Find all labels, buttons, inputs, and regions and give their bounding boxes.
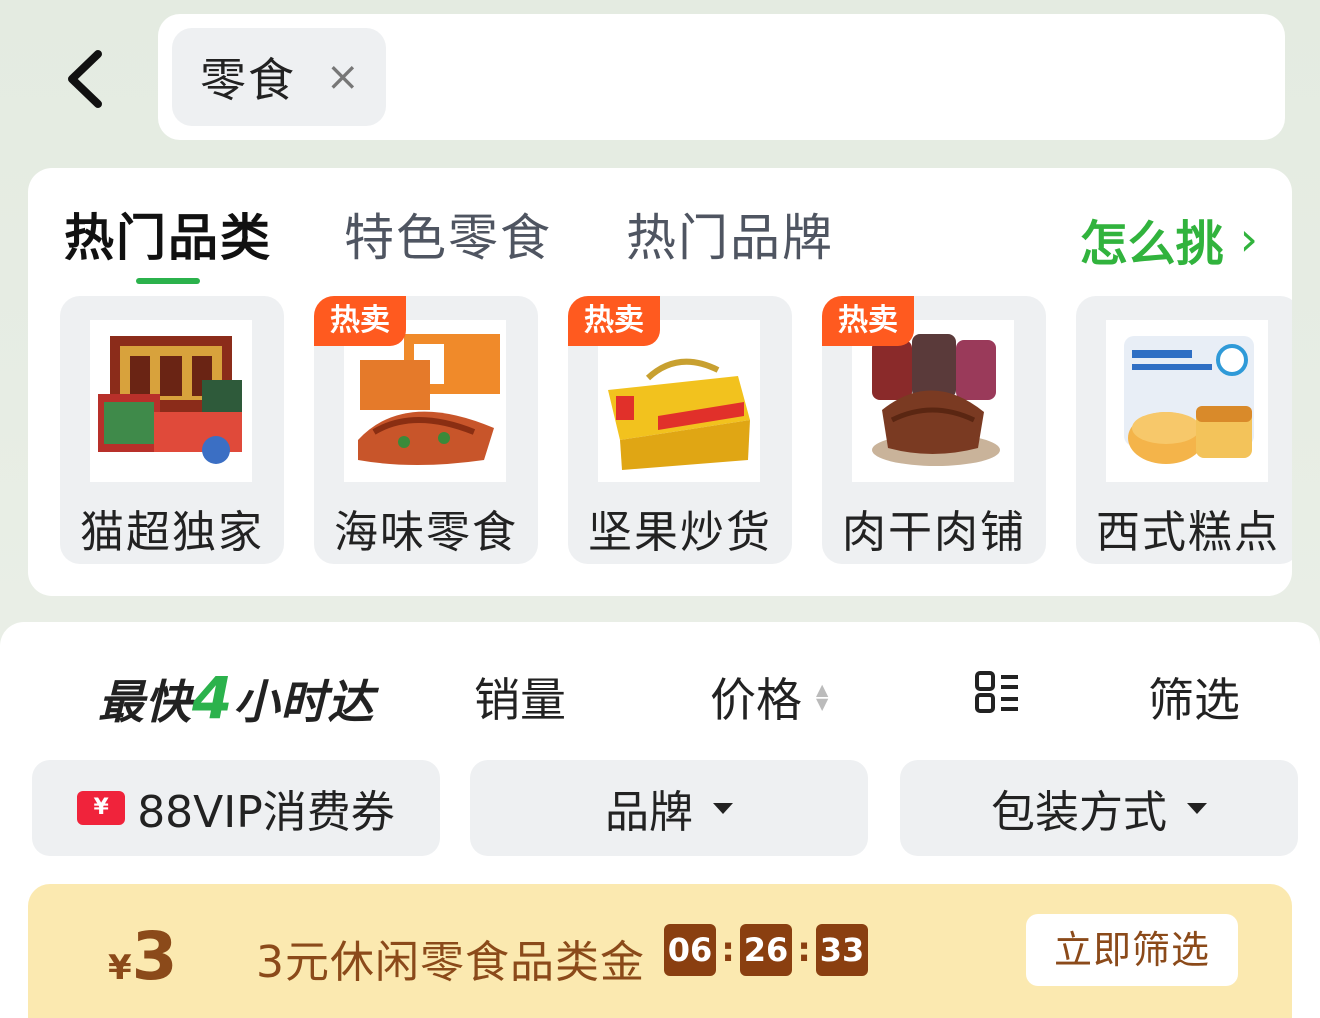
- search-keyword-chip[interactable]: 零食 ×: [172, 28, 386, 126]
- list-layout-icon: [975, 671, 1018, 713]
- fast-delivery-toggle[interactable]: 最快4小时达: [98, 664, 374, 732]
- filter-button[interactable]: 筛选: [1148, 664, 1240, 730]
- timer-hours: 06: [664, 924, 716, 976]
- category-label: 西式糕点: [1096, 507, 1280, 558]
- tab-hot-categories[interactable]: 热门品类: [64, 198, 272, 284]
- sort-arrows-icon: ▲ ▼: [816, 680, 829, 713]
- how-to-pick-label: 怎么挑: [1079, 216, 1224, 272]
- packaging-filter-dropdown[interactable]: 包装方式: [900, 760, 1298, 856]
- fast-hours: 4: [192, 664, 234, 732]
- sort-by-price[interactable]: 价格 ▲ ▼: [710, 664, 828, 730]
- price-label: 价格: [710, 673, 802, 727]
- how-to-pick-link[interactable]: 怎么挑 ›: [1080, 204, 1258, 274]
- gift-box-image: [90, 320, 252, 482]
- category-label: 坚果炒货: [588, 507, 772, 558]
- timer-seconds: 33: [816, 924, 868, 976]
- timer-colon: :: [797, 930, 811, 970]
- fast-suffix: 小时达: [233, 675, 375, 729]
- back-button[interactable]: [60, 48, 108, 110]
- category-list: 猫超独家 热卖 海味零食 热卖 坚果炒货 热卖 肉干肉铺 西式糕点: [60, 296, 1292, 566]
- timer-colon: :: [721, 930, 735, 970]
- tab-label: 特色零食: [344, 209, 552, 267]
- coupon-icon: ¥: [77, 791, 126, 825]
- vip-coupon-label: 88VIP消费券: [137, 787, 395, 838]
- category-item-pastry[interactable]: 西式糕点: [1076, 296, 1292, 564]
- currency-symbol: ¥: [108, 948, 132, 988]
- search-keyword: 零食: [200, 53, 296, 107]
- sort-filter-panel: 最快4小时达 销量 价格 ▲ ▼ 筛选 ¥ 88VIP消费券 品牌 包装方式 ¥3: [0, 622, 1320, 1018]
- category-label: 海味零食: [334, 507, 518, 558]
- sort-by-sales[interactable]: 销量: [474, 664, 566, 730]
- close-icon[interactable]: ×: [326, 57, 360, 97]
- category-item-jerky[interactable]: 热卖 肉干肉铺: [822, 296, 1046, 564]
- search-bar[interactable]: 零食 ×: [158, 14, 1285, 140]
- caret-down-icon: [1187, 802, 1207, 814]
- category-item-nuts[interactable]: 热卖 坚果炒货: [568, 296, 792, 564]
- countdown-timer: 06 : 26 : 33: [664, 924, 868, 976]
- active-tab-indicator: [136, 278, 200, 284]
- chevron-left-icon: [68, 50, 102, 108]
- sales-label: 销量: [474, 673, 566, 727]
- tab-label: 热门品牌: [626, 209, 834, 267]
- promo-description: 3元休闲零食品类金: [256, 937, 645, 988]
- promo-banner: ¥3 3元休闲零食品类金 06 : 26 : 33 立即筛选: [28, 884, 1292, 1018]
- tab-hot-brands[interactable]: 热门品牌: [626, 198, 834, 270]
- caret-down-icon: [713, 802, 733, 814]
- layout-toggle-button[interactable]: [974, 670, 1020, 714]
- hot-badge: 热卖: [568, 296, 660, 346]
- category-item-exclusive[interactable]: 猫超独家: [60, 296, 284, 564]
- timer-minutes: 26: [740, 924, 792, 976]
- category-panel: 热门品类 特色零食 热门品牌 怎么挑 › 猫超独家 热卖 海味零食 热卖 坚果炒…: [28, 168, 1292, 596]
- chevron-right-icon: ›: [1239, 212, 1258, 266]
- filter-label: 筛选: [1148, 673, 1240, 727]
- vip-coupon-filter[interactable]: ¥ 88VIP消费券: [32, 760, 440, 856]
- pastry-image: [1106, 320, 1268, 482]
- promo-value: 3: [131, 918, 178, 995]
- category-item-seafood[interactable]: 热卖 海味零食: [314, 296, 538, 564]
- category-label: 肉干肉铺: [842, 507, 1026, 558]
- hot-badge: 热卖: [314, 296, 406, 346]
- brand-label: 品牌: [605, 787, 693, 838]
- packaging-label: 包装方式: [991, 787, 1167, 838]
- tab-label: 热门品类: [64, 209, 272, 267]
- hot-badge: 热卖: [822, 296, 914, 346]
- apply-filter-button[interactable]: 立即筛选: [1026, 914, 1238, 986]
- tab-special-snacks[interactable]: 特色零食: [344, 198, 552, 270]
- fast-prefix: 最快: [98, 675, 192, 729]
- brand-filter-dropdown[interactable]: 品牌: [470, 760, 868, 856]
- promo-amount: ¥3: [108, 918, 178, 995]
- category-label: 猫超独家: [80, 507, 264, 558]
